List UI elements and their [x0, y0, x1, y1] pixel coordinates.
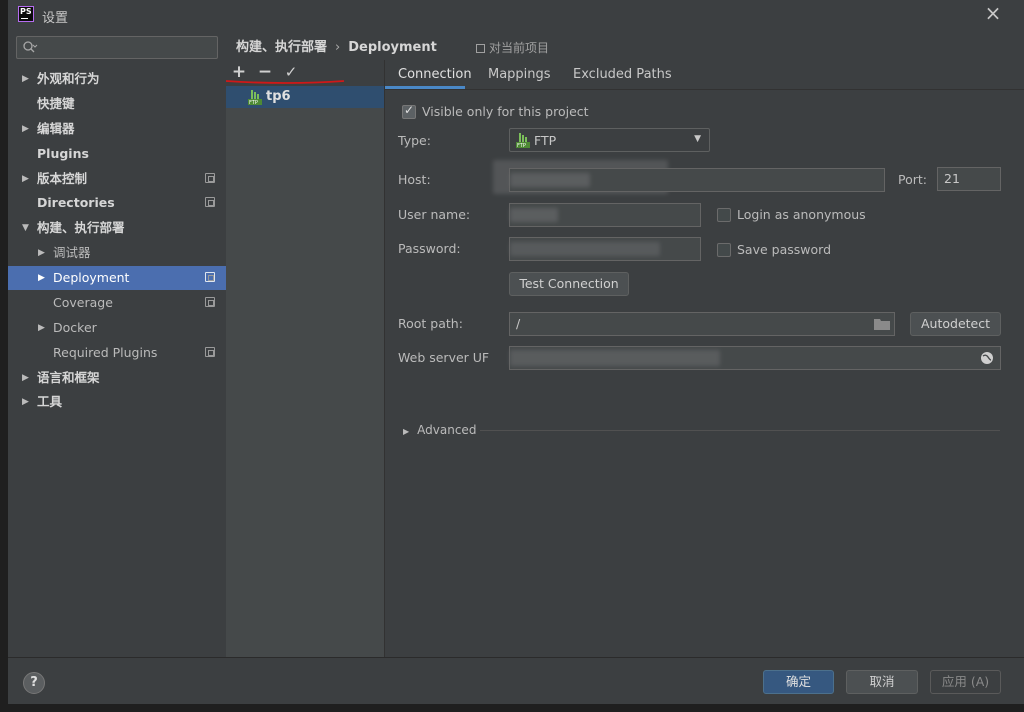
- type-label: Type:: [398, 133, 431, 148]
- tree-item-appearance[interactable]: ▶ 外观和行为: [8, 67, 226, 91]
- tab-excluded-paths[interactable]: Excluded Paths: [573, 67, 672, 82]
- project-scope-icon: [205, 197, 215, 207]
- autodetect-button[interactable]: Autodetect: [910, 312, 1001, 336]
- active-tab-indicator: [385, 86, 465, 89]
- visible-only-label: Visible only for this project: [422, 104, 589, 119]
- password-input[interactable]: [509, 237, 701, 261]
- test-connection-button[interactable]: Test Connection: [509, 272, 629, 296]
- breadcrumb-parent[interactable]: 构建、执行部署: [236, 40, 327, 55]
- globe-icon[interactable]: [980, 351, 994, 365]
- type-select-value: FTP: [534, 133, 557, 148]
- port-label: Port:: [898, 172, 927, 187]
- tree-item-build-deploy[interactable]: ▼ 构建、执行部署: [8, 216, 226, 240]
- folder-icon[interactable]: [874, 318, 890, 330]
- ftp-server-icon: FTP: [248, 90, 262, 105]
- server-list: FTP tp6: [226, 86, 384, 657]
- tree-item-docker[interactable]: ▶ Docker: [8, 316, 226, 340]
- expand-arrow-icon[interactable]: ▶: [22, 117, 29, 141]
- user-name-input[interactable]: [509, 203, 701, 227]
- tree-item-directories[interactable]: Directories: [8, 191, 226, 215]
- blurred-value: [510, 208, 558, 222]
- advanced-divider: [480, 430, 1000, 431]
- blurred-value: [510, 173, 590, 187]
- web-server-url-label: Web server UF: [398, 350, 490, 365]
- blurred-value: [510, 350, 720, 366]
- visible-only-checkbox[interactable]: [402, 103, 416, 119]
- server-name: tp6: [266, 89, 291, 104]
- server-toolbar: + − ✓: [226, 60, 384, 86]
- help-button[interactable]: ?: [23, 672, 45, 694]
- tab-bar: Connection Mappings Excluded Paths: [385, 60, 1024, 90]
- host-label: Host:: [398, 172, 431, 187]
- blurred-value: [510, 242, 660, 256]
- breadcrumb-current: Deployment: [348, 40, 437, 55]
- tree-item-version-control[interactable]: ▶ 版本控制: [8, 167, 226, 191]
- type-select[interactable]: FTP FTP ▼: [509, 128, 710, 152]
- port-input[interactable]: 21: [937, 167, 1001, 191]
- web-server-url-input[interactable]: [509, 346, 1001, 370]
- advanced-section-toggle[interactable]: ▶ Advanced: [403, 423, 476, 437]
- expand-arrow-icon: ▶: [403, 427, 410, 436]
- project-scope-label: 对当前项目: [476, 39, 549, 56]
- ok-button[interactable]: 确定: [763, 670, 834, 694]
- server-item-tp6[interactable]: FTP tp6: [226, 86, 384, 108]
- root-path-label: Root path:: [398, 316, 463, 331]
- settings-dialog: PS 设置 × ▶ 外观和行为 快捷键 ▶ 编辑器 Plugins ▶ 版本控制: [8, 0, 1024, 704]
- breadcrumb-separator: ›: [335, 40, 341, 55]
- svg-text:FTP: FTP: [517, 143, 526, 148]
- host-input[interactable]: [509, 168, 885, 192]
- tree-item-coverage[interactable]: Coverage: [8, 291, 226, 315]
- chevron-down-icon: ▼: [694, 134, 701, 144]
- save-password-checkbox[interactable]: [717, 243, 731, 257]
- expand-arrow-icon[interactable]: ▶: [38, 266, 45, 290]
- expand-arrow-icon[interactable]: ▶: [22, 390, 29, 414]
- login-anonymous-label: Login as anonymous: [737, 207, 866, 222]
- expand-arrow-icon[interactable]: ▶: [22, 366, 29, 390]
- phpstorm-logo-icon: PS: [18, 6, 34, 22]
- tree-item-tools[interactable]: ▶ 工具: [8, 390, 226, 414]
- svg-text:FTP: FTP: [249, 100, 258, 105]
- project-scope-icon: [205, 347, 215, 357]
- collapse-arrow-icon[interactable]: ▼: [22, 216, 29, 240]
- user-name-label: User name:: [398, 207, 471, 222]
- password-label: Password:: [398, 241, 461, 256]
- expand-arrow-icon[interactable]: ▶: [22, 167, 29, 191]
- breadcrumb: 构建、执行部署 › Deployment: [236, 36, 437, 55]
- tab-mappings[interactable]: Mappings: [488, 67, 551, 82]
- expand-arrow-icon[interactable]: ▶: [38, 241, 45, 265]
- login-anonymous-checkbox[interactable]: [717, 208, 731, 222]
- title-bar: PS 设置 ×: [8, 0, 1024, 30]
- background-edge-bottom: [0, 704, 1024, 712]
- server-list-pane: + − ✓ FTP tp6: [226, 60, 384, 657]
- tab-connection[interactable]: Connection: [398, 67, 472, 82]
- window-title: 设置: [42, 11, 69, 26]
- tree-item-deployment[interactable]: ▶ Deployment: [8, 266, 226, 290]
- tree-item-debugger[interactable]: ▶ 调试器: [8, 241, 226, 265]
- tree-item-editor[interactable]: ▶ 编辑器: [8, 117, 226, 141]
- tree-item-keymap[interactable]: 快捷键: [8, 92, 226, 116]
- settings-tree: ▶ 外观和行为 快捷键 ▶ 编辑器 Plugins ▶ 版本控制 Directo…: [8, 30, 226, 657]
- apply-button[interactable]: 应用 (A): [930, 670, 1001, 694]
- cancel-button[interactable]: 取消: [846, 670, 918, 694]
- project-scope-icon: [205, 173, 215, 183]
- expand-arrow-icon[interactable]: ▶: [22, 67, 29, 91]
- search-icon: [23, 41, 38, 53]
- dialog-footer: ? 确定 取消 应用 (A): [8, 657, 1024, 704]
- save-password-label: Save password: [737, 242, 832, 257]
- tree-item-plugins[interactable]: Plugins: [8, 142, 226, 166]
- project-scope-icon: [205, 297, 215, 307]
- tree-item-required-plugins[interactable]: Required Plugins: [8, 341, 226, 365]
- search-input[interactable]: [16, 36, 218, 59]
- project-scope-icon: [476, 44, 485, 53]
- tree-item-languages[interactable]: ▶ 语言和框架: [8, 366, 226, 390]
- ftp-type-icon: FTP: [516, 133, 530, 148]
- settings-content: 构建、执行部署 › Deployment 对当前项目 + − ✓ FTP tp6…: [226, 30, 1024, 657]
- background-edge-left: [0, 0, 8, 712]
- expand-arrow-icon[interactable]: ▶: [38, 316, 45, 340]
- close-icon[interactable]: ×: [983, 3, 1003, 23]
- project-scope-icon: [205, 272, 215, 282]
- server-settings-panel: Connection Mappings Excluded Paths Visib…: [384, 60, 1024, 657]
- root-path-input[interactable]: /: [509, 312, 895, 336]
